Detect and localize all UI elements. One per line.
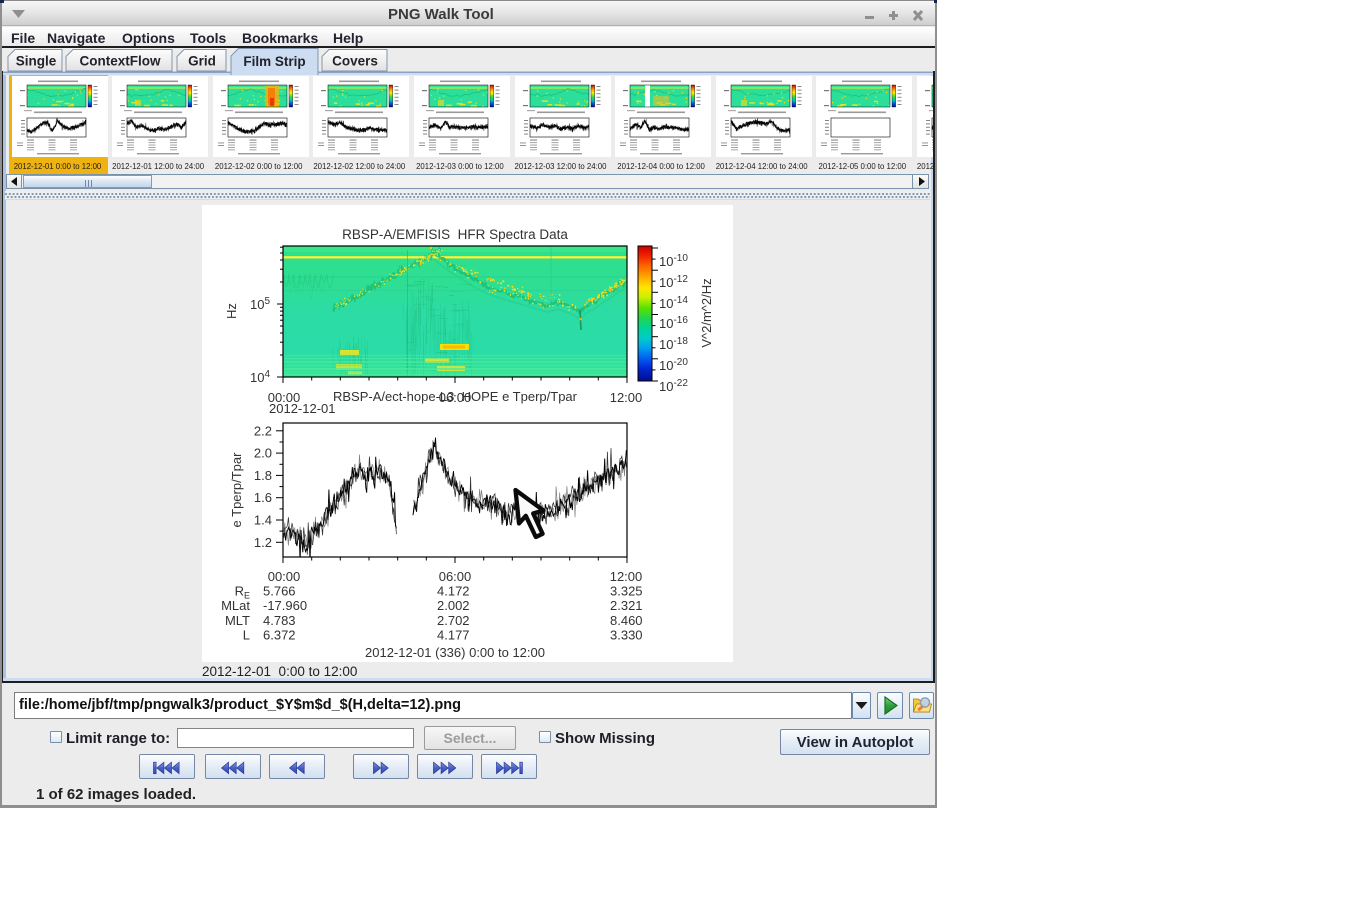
svg-text:Single: Single [16, 54, 57, 69]
svg-text:Hz: Hz [224, 303, 239, 319]
svg-text:4.172: 4.172 [437, 584, 470, 599]
svg-text:2012-12-01: 2012-12-01 [269, 401, 336, 416]
svg-text:Film Strip: Film Strip [243, 54, 305, 69]
svg-text:12:00: 12:00 [610, 569, 643, 584]
svg-text:2.0: 2.0 [254, 446, 272, 461]
svg-text:1.8: 1.8 [254, 468, 272, 483]
svg-text:ContextFlow: ContextFlow [80, 54, 161, 69]
svg-text:e Tperp/Tpar: e Tperp/Tpar [229, 452, 244, 528]
svg-text:2012-12-01 (336) 0:00 to 12:00: 2012-12-01 (336) 0:00 to 12:00 [365, 645, 545, 660]
svg-text:12:00: 12:00 [610, 390, 643, 405]
svg-text:RBSP-A/EMFISIS HFR Spectra Da: RBSP-A/EMFISIS HFR Spectra Data [342, 227, 568, 242]
svg-text:2.002: 2.002 [437, 598, 470, 613]
svg-text:6.372: 6.372 [263, 628, 296, 643]
svg-text:V^2/m^2/Hz: V^2/m^2/Hz [699, 278, 714, 347]
svg-text:Covers: Covers [332, 54, 378, 69]
svg-text:3.325: 3.325 [610, 584, 643, 599]
svg-text:-17.960: -17.960 [263, 598, 307, 613]
svg-text:00:00: 00:00 [268, 569, 301, 584]
svg-text:2.2: 2.2 [254, 423, 272, 438]
svg-text:RBSP-A/ect-hope-L3 HOPE e Tpe: RBSP-A/ect-hope-L3 HOPE e Tperp/Tpar [333, 389, 578, 404]
svg-text:MLT: MLT [225, 613, 250, 628]
svg-text:2.702: 2.702 [437, 613, 470, 628]
svg-text:1.6: 1.6 [254, 490, 272, 505]
svg-text:4.177: 4.177 [437, 628, 470, 643]
svg-text:Grid: Grid [188, 54, 216, 69]
svg-text:L: L [243, 628, 250, 643]
svg-text:06:00: 06:00 [439, 569, 472, 584]
svg-text:1.4: 1.4 [254, 513, 272, 528]
svg-text:5.766: 5.766 [263, 584, 296, 599]
svg-text:MLat: MLat [221, 598, 250, 613]
svg-text:1.2: 1.2 [254, 535, 272, 550]
svg-text:8.460: 8.460 [610, 613, 643, 628]
svg-text:4.783: 4.783 [263, 613, 296, 628]
svg-text:2.321: 2.321 [610, 598, 643, 613]
svg-text:3.330: 3.330 [610, 628, 643, 643]
